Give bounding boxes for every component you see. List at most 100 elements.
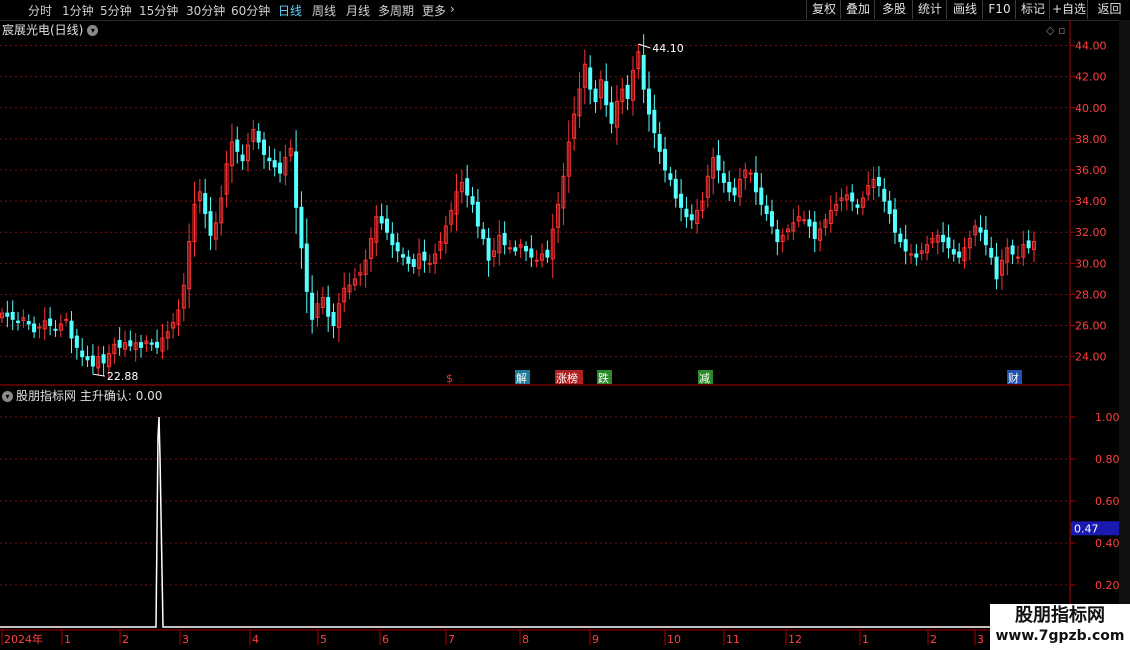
candle-body [673, 178, 678, 199]
y-tick-label: 30.00 [1075, 257, 1107, 270]
candle [572, 96, 577, 151]
candle-body [465, 178, 470, 196]
y-tick-label: 26.00 [1075, 320, 1107, 333]
candle-body [1026, 240, 1031, 249]
candle [363, 249, 368, 288]
candle-body [299, 206, 304, 249]
candle [101, 345, 106, 376]
candle [978, 215, 983, 242]
candle [989, 236, 994, 265]
candle-body [379, 216, 384, 224]
x-tick-label: 1 [64, 633, 71, 646]
candle [427, 254, 432, 274]
candle-body [524, 246, 529, 252]
candle [1026, 230, 1031, 254]
candle [737, 167, 742, 206]
candle [689, 204, 694, 229]
candle [240, 144, 245, 170]
candle [550, 213, 555, 279]
candle [336, 292, 341, 343]
candle [310, 275, 315, 334]
candle [614, 85, 619, 145]
candle [673, 169, 678, 208]
candle [58, 314, 63, 338]
candle [876, 166, 881, 197]
candle-body [652, 109, 657, 134]
y-tick-label: 40.00 [1075, 102, 1107, 115]
candle [951, 239, 956, 262]
candle [443, 215, 448, 254]
candle-body [384, 218, 389, 233]
candle [449, 202, 454, 233]
x-tick-label: 11 [726, 633, 740, 646]
candle-body [85, 356, 90, 361]
candle [417, 238, 422, 277]
candle-body [10, 311, 15, 320]
candle [358, 264, 363, 287]
event-marker-label: 涨榜 [556, 371, 578, 385]
candle [144, 335, 149, 352]
candle [80, 338, 85, 366]
fullscreen-icon: ▫ [1058, 24, 1065, 37]
candle-body [90, 355, 95, 367]
candle-body [235, 139, 240, 152]
candle [267, 146, 272, 171]
x-tick-label: 9 [592, 633, 599, 646]
watermark-title: 股朋指标网 [1015, 605, 1105, 626]
candle-body [513, 247, 518, 252]
candle [42, 307, 47, 341]
candle [700, 191, 705, 219]
candle-body [892, 209, 897, 233]
candle [850, 184, 855, 212]
candle-body [155, 341, 160, 348]
candle-body [390, 233, 395, 246]
candle [513, 240, 518, 256]
candle [352, 268, 357, 291]
candle [171, 313, 176, 339]
candle-body [534, 259, 539, 262]
candle-body [951, 249, 956, 255]
candle [181, 273, 186, 322]
candle [657, 121, 662, 164]
candle-body [529, 248, 534, 258]
high-label: 44.10 [652, 42, 684, 55]
candle [582, 49, 587, 105]
candle-body [470, 196, 475, 205]
candle-body [609, 102, 614, 124]
candle [898, 227, 903, 248]
x-tick-label: 4 [252, 633, 259, 646]
candle [604, 63, 609, 117]
cursor-value-label: 0.47 [1074, 522, 1099, 535]
candle [53, 320, 58, 337]
candle [630, 56, 635, 116]
candle-body [983, 229, 988, 246]
candle [470, 186, 475, 213]
candle-body [887, 200, 892, 215]
candle [406, 250, 411, 272]
candle-body [876, 176, 881, 187]
candle [288, 139, 293, 162]
x-tick-label: 12 [788, 633, 802, 646]
candle [957, 243, 962, 264]
candle-body [588, 67, 593, 90]
candle-body [721, 173, 726, 183]
candle-body [1010, 245, 1015, 255]
candle [711, 147, 716, 195]
candle [497, 219, 502, 266]
candle [401, 247, 406, 266]
y-tick-label: 1.00 [1095, 411, 1120, 424]
candle-body [475, 201, 480, 227]
candle-body [53, 328, 58, 331]
candle-body [545, 249, 550, 258]
candle [721, 161, 726, 193]
candle [502, 221, 507, 255]
candle-body [310, 292, 315, 320]
candle [807, 210, 812, 238]
candle-body [764, 205, 769, 215]
candle-body [240, 154, 245, 162]
candle [679, 178, 684, 222]
candle [892, 197, 897, 245]
low-label: 22.88 [107, 370, 138, 383]
candle [433, 243, 438, 274]
candle [48, 306, 53, 336]
